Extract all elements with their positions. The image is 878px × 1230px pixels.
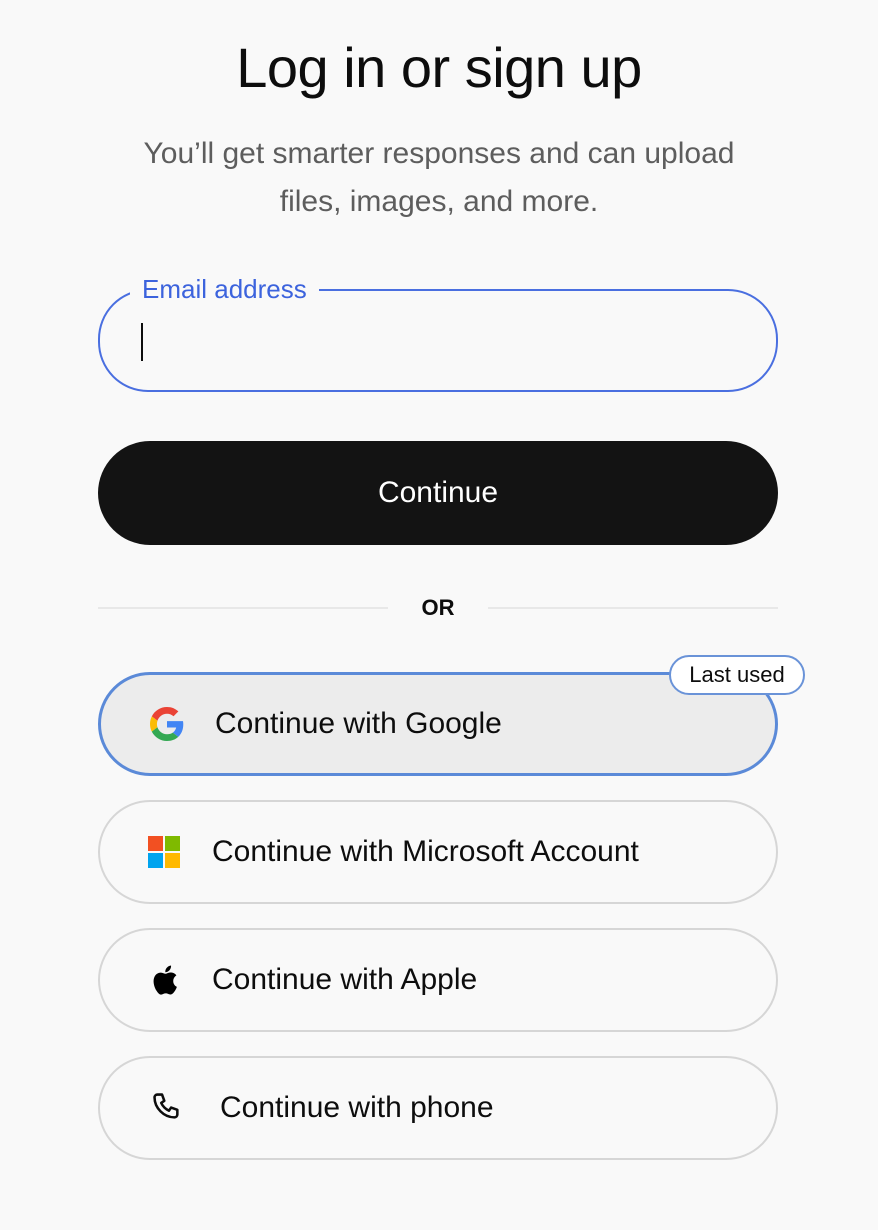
phone-button-label: Continue with phone <box>220 1091 494 1124</box>
continue-button[interactable]: Continue <box>98 441 778 545</box>
continue-with-apple-button[interactable]: Continue with Apple <box>98 928 778 1032</box>
page-subtitle: You’ll get smarter responses and can upl… <box>143 137 735 218</box>
login-page: Log in or sign up You’ll get smarter res… <box>0 0 878 1230</box>
continue-with-phone-button[interactable]: Continue with phone <box>98 1056 778 1160</box>
divider-left <box>98 607 388 609</box>
text-caret <box>141 323 143 361</box>
google-icon <box>150 707 184 741</box>
apple-button-label: Continue with Apple <box>212 963 478 996</box>
email-field[interactable]: Email address <box>98 273 778 392</box>
google-button-label: Continue with Google <box>215 707 502 740</box>
continue-with-microsoft-button[interactable]: Continue with Microsoft Account <box>98 800 778 904</box>
page-title: Log in or sign up <box>236 36 642 99</box>
email-field-label: Email address <box>130 273 319 305</box>
last-used-badge: Last used <box>669 655 805 695</box>
email-input[interactable] <box>140 315 740 365</box>
microsoft-icon <box>148 836 180 868</box>
apple-icon <box>153 965 177 995</box>
or-divider-label: OR <box>421 595 455 620</box>
phone-icon <box>153 1093 179 1119</box>
divider-right <box>488 607 778 609</box>
microsoft-button-label: Continue with Microsoft Account <box>212 835 639 868</box>
